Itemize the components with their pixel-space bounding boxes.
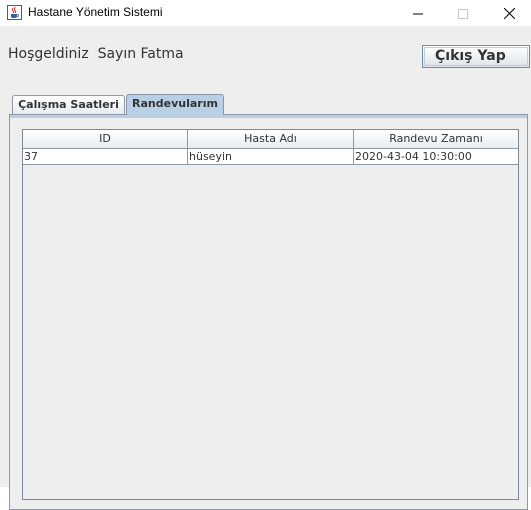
table-row[interactable]: 37 hüseyin 2020-43-04 10:30:00 (23, 149, 518, 165)
appointments-table[interactable]: ID Hasta Adı Randevu Zamanı 37 hüseyin 2… (22, 129, 519, 500)
java-cup-icon (7, 5, 22, 20)
cell-randevu-zamani[interactable]: 2020-43-04 10:30:00 (354, 149, 518, 165)
column-header-hasta-adi[interactable]: Hasta Adı (188, 130, 354, 149)
cell-id[interactable]: 37 (23, 149, 188, 165)
maximize-button[interactable] (441, 0, 485, 26)
title-bar[interactable]: Hastane Yönetim Sistemi (0, 0, 531, 26)
close-button[interactable] (487, 0, 531, 26)
welcome-label: Hoşgeldiniz Sayın Fatma (8, 46, 184, 62)
tab-calisma-saatleri[interactable]: Çalışma Saatleri (12, 95, 125, 115)
cell-hasta-adi[interactable]: hüseyin (188, 149, 354, 165)
window-title: Hastane Yönetim Sistemi (28, 5, 163, 19)
maximize-icon (458, 4, 468, 23)
close-icon (503, 4, 515, 23)
main-content: Hoşgeldiniz Sayın Fatma Çıkış Yap Çalışm… (0, 26, 531, 510)
tab-panel-randevularim: ID Hasta Adı Randevu Zamanı 37 hüseyin 2… (9, 114, 528, 510)
column-header-id[interactable]: ID (23, 130, 188, 149)
minimize-icon (413, 4, 423, 23)
minimize-button[interactable] (396, 0, 440, 26)
table-header: ID Hasta Adı Randevu Zamanı (23, 130, 518, 149)
tab-randevularim[interactable]: Randevularım (126, 94, 224, 115)
logout-button[interactable]: Çıkış Yap (422, 45, 530, 68)
column-header-randevu-zamani[interactable]: Randevu Zamanı (354, 130, 518, 149)
